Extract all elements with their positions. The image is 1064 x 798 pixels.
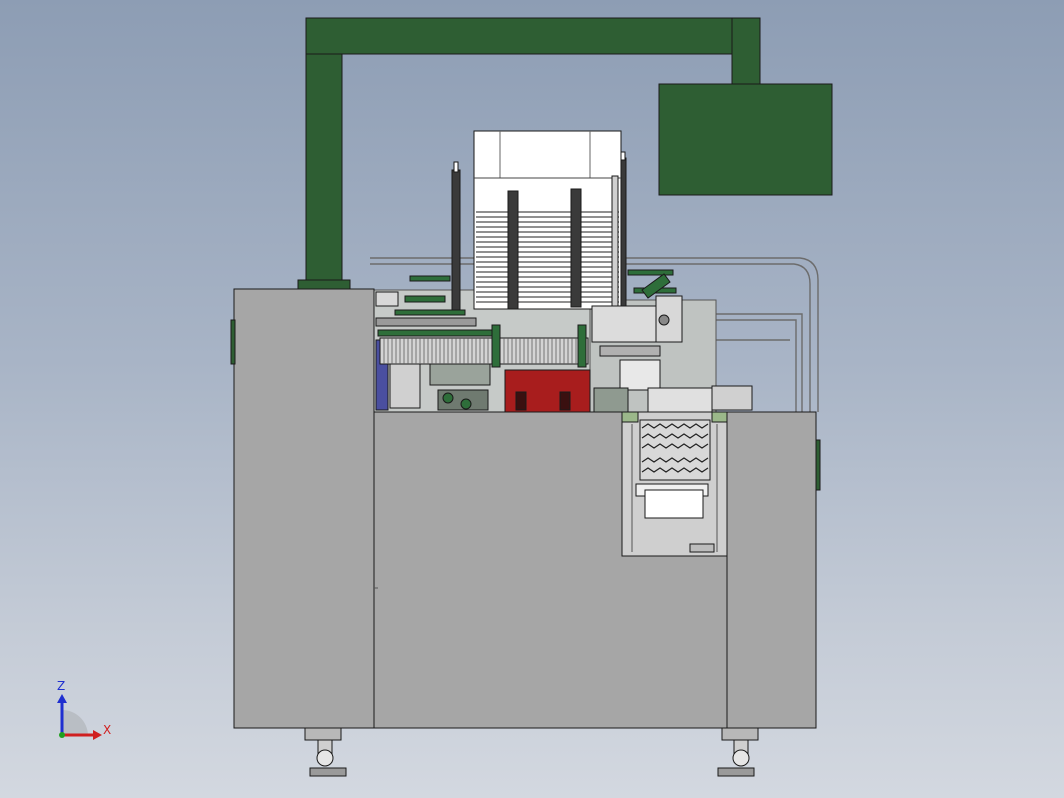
y-axis-point <box>59 732 65 738</box>
discharge-window <box>621 411 728 557</box>
carton-magazine-stack <box>473 130 622 310</box>
left-cabinet <box>233 288 375 729</box>
control-box <box>658 83 833 196</box>
shaft-coupling-right <box>577 324 587 368</box>
shaft-coupling-left <box>491 324 501 368</box>
leveling-foot-left <box>304 727 347 777</box>
machine-assembly-model[interactable]: Z X <box>0 0 1064 798</box>
z-axis-arrow-icon <box>57 694 67 703</box>
leveling-foot-right <box>717 727 759 777</box>
red-drive-block <box>504 369 591 413</box>
x-axis-arrow-icon <box>93 730 102 740</box>
right-cabinet <box>726 411 817 729</box>
coordinate-triad: Z X <box>57 679 111 740</box>
z-axis-label: Z <box>57 679 65 693</box>
cad-viewport[interactable]: Z X <box>0 0 1064 798</box>
x-axis-label: X <box>103 723 111 737</box>
